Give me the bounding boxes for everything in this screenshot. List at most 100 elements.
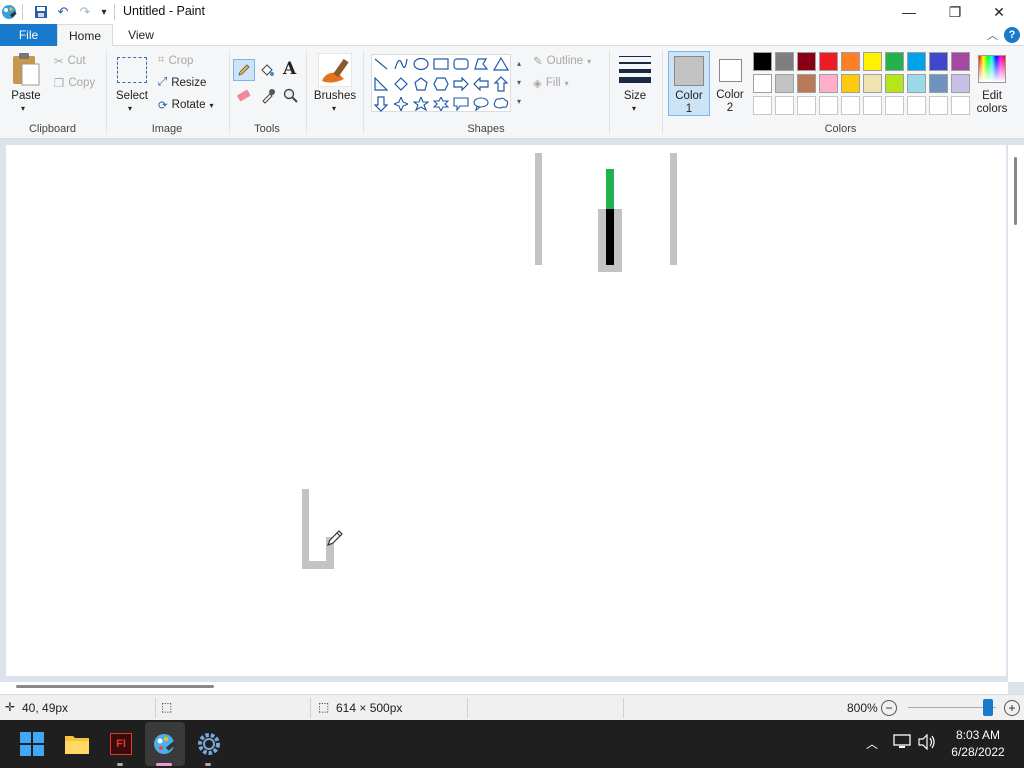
- palette-swatch[interactable]: [951, 74, 970, 93]
- color-picker-icon[interactable]: [260, 88, 276, 107]
- edit-colors-icon[interactable]: [978, 55, 1006, 83]
- fill-button[interactable]: ◈ Fill ▾: [533, 76, 569, 90]
- palette-swatch[interactable]: [929, 74, 948, 93]
- tab-file[interactable]: File: [0, 24, 57, 46]
- paint-taskbar-icon[interactable]: [149, 728, 181, 760]
- palette-swatch[interactable]: [775, 52, 794, 71]
- palette-swatch[interactable]: [929, 52, 948, 71]
- paste-icon[interactable]: [10, 52, 44, 88]
- close-button[interactable]: ✕: [976, 0, 1022, 24]
- eraser-icon[interactable]: [236, 89, 252, 106]
- custom-color-slot[interactable]: [819, 96, 838, 115]
- select-button[interactable]: Select: [112, 90, 152, 102]
- custom-color-slot[interactable]: [775, 96, 794, 115]
- crop-button[interactable]: ⌗ Crop: [158, 54, 193, 67]
- clock-date[interactable]: 6/28/2022: [944, 745, 1012, 759]
- rect-callout-shape-icon[interactable]: [452, 95, 470, 113]
- color1-button[interactable]: Color 1: [668, 51, 710, 116]
- palette-swatch[interactable]: [797, 74, 816, 93]
- select-icon[interactable]: [117, 57, 147, 83]
- five-point-star-shape-icon[interactable]: [412, 95, 430, 113]
- adobe-app-icon[interactable]: Fl: [105, 728, 137, 760]
- brushes-button[interactable]: Brushes: [313, 90, 357, 102]
- cloud-callout-shape-icon[interactable]: [492, 95, 510, 113]
- oval-shape-icon[interactable]: [412, 55, 430, 73]
- save-icon[interactable]: [32, 3, 50, 21]
- drawing-canvas[interactable]: [6, 145, 1006, 676]
- outline-button[interactable]: ✎ Outline ▾: [533, 54, 591, 68]
- text-tool-icon[interactable]: A: [283, 59, 296, 79]
- zoom-in-button[interactable]: +: [1004, 700, 1020, 716]
- polygon-shape-icon[interactable]: [472, 55, 490, 73]
- custom-color-slot[interactable]: [841, 96, 860, 115]
- palette-swatch[interactable]: [907, 52, 926, 71]
- vertical-scroll-thumb[interactable]: [1014, 157, 1017, 225]
- hexagon-shape-icon[interactable]: [432, 75, 450, 93]
- collapse-ribbon-icon[interactable]: ︿: [987, 27, 998, 43]
- edit-colors-button[interactable]: Edit: [972, 90, 1012, 102]
- size-button[interactable]: Size: [615, 90, 655, 102]
- rounded-rectangle-shape-icon[interactable]: [452, 55, 470, 73]
- palette-swatch[interactable]: [797, 52, 816, 71]
- palette-swatch[interactable]: [885, 52, 904, 71]
- clock-time[interactable]: 8:03 AM: [944, 728, 1012, 742]
- file-explorer-icon[interactable]: [61, 728, 93, 760]
- palette-swatch[interactable]: [775, 74, 794, 93]
- line-shape-icon[interactable]: [372, 55, 390, 73]
- paint-app-icon[interactable]: [0, 3, 18, 21]
- rotate-button[interactable]: ⟳ Rotate ▾: [158, 98, 214, 112]
- pentagon-shape-icon[interactable]: [412, 75, 430, 93]
- right-triangle-shape-icon[interactable]: [372, 75, 390, 93]
- down-arrow-shape-icon[interactable]: [372, 95, 390, 113]
- palette-swatch[interactable]: [819, 74, 838, 93]
- brush-icon[interactable]: [317, 52, 353, 88]
- palette-swatch[interactable]: [841, 52, 860, 71]
- palette-swatch[interactable]: [841, 74, 860, 93]
- zoom-out-button[interactable]: −: [881, 700, 897, 716]
- color2-button[interactable]: Color 2: [712, 51, 748, 116]
- paste-dropdown-icon[interactable]: ▾: [21, 104, 25, 113]
- volume-icon[interactable]: [918, 733, 936, 753]
- horizontal-scrollbar[interactable]: [0, 682, 1008, 694]
- maximize-button[interactable]: ❐: [932, 0, 978, 24]
- zoom-slider-thumb[interactable]: [983, 699, 993, 716]
- rectangle-shape-icon[interactable]: [432, 55, 450, 73]
- custom-color-slot[interactable]: [929, 96, 948, 115]
- palette-swatch[interactable]: [885, 74, 904, 93]
- diamond-shape-icon[interactable]: [392, 75, 410, 93]
- settings-gear-icon[interactable]: [193, 728, 225, 760]
- undo-icon[interactable]: ↶: [54, 3, 72, 21]
- palette-swatch[interactable]: [753, 52, 772, 71]
- shapes-scroll[interactable]: ▴ ▾ ▾: [513, 54, 525, 112]
- fill-bucket-icon[interactable]: [258, 61, 276, 79]
- brushes-dropdown-icon[interactable]: ▾: [332, 104, 336, 113]
- palette-swatch[interactable]: [819, 52, 838, 71]
- up-arrow-shape-icon[interactable]: [492, 75, 510, 93]
- custom-color-slot[interactable]: [885, 96, 904, 115]
- custom-color-slot[interactable]: [907, 96, 926, 115]
- windows-start-icon[interactable]: [16, 728, 48, 760]
- help-icon[interactable]: ?: [1004, 27, 1020, 43]
- curve-shape-icon[interactable]: [392, 55, 410, 73]
- size-icon[interactable]: [619, 55, 651, 85]
- horizontal-scroll-thumb[interactable]: [16, 685, 214, 688]
- palette-swatch[interactable]: [863, 74, 882, 93]
- tab-view[interactable]: View: [118, 24, 164, 46]
- palette-swatch[interactable]: [951, 52, 970, 71]
- select-dropdown-icon[interactable]: ▾: [128, 104, 132, 113]
- redo-icon[interactable]: ↷: [76, 3, 94, 21]
- resize-button[interactable]: ⤢ Resize: [158, 76, 206, 89]
- custom-color-slot[interactable]: [951, 96, 970, 115]
- palette-swatch[interactable]: [753, 74, 772, 93]
- left-arrow-shape-icon[interactable]: [472, 75, 490, 93]
- show-hidden-icons-icon[interactable]: ︿: [866, 735, 878, 752]
- palette-swatch[interactable]: [907, 74, 926, 93]
- six-point-star-shape-icon[interactable]: [432, 95, 450, 113]
- network-icon[interactable]: [893, 734, 911, 753]
- cut-button[interactable]: ✂ Cut: [54, 54, 86, 68]
- size-dropdown-icon[interactable]: ▾: [632, 104, 636, 113]
- triangle-shape-icon[interactable]: [492, 55, 510, 73]
- right-arrow-shape-icon[interactable]: [452, 75, 470, 93]
- minimize-button[interactable]: —: [886, 0, 932, 24]
- palette-swatch[interactable]: [863, 52, 882, 71]
